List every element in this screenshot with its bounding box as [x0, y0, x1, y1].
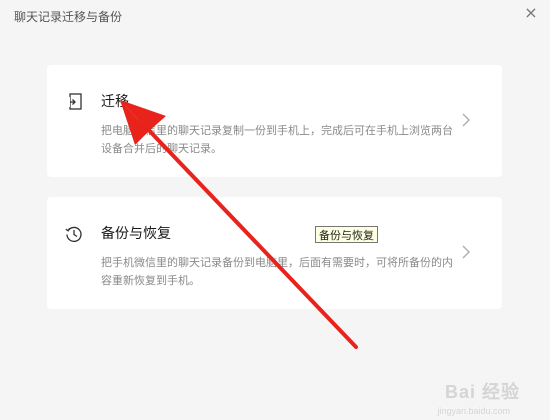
migrate-title: 迁移: [101, 94, 129, 110]
watermark: Bai 经验: [444, 382, 520, 402]
history-icon: [65, 226, 82, 243]
backup-description: 把手机微信里的聊天记录备份到电脑里，后面有需要时，可将所备份的内容重新恢复到手机…: [101, 256, 453, 287]
tooltip: 备份与恢复: [315, 226, 378, 243]
chevron-right-icon: [462, 245, 471, 259]
window-title: 聊天记录迁移与备份: [14, 10, 123, 24]
close-button[interactable]: ×: [522, 4, 540, 22]
migrate-description: 把电脑微信里的聊天记录复制一份到手机上，完成后可在手机上浏览两台设备合并后的聊天…: [101, 124, 453, 155]
backup-restore-card[interactable]: 备份与恢复 把手机微信里的聊天记录备份到电脑里，后面有需要时，可将所备份的内容重…: [47, 197, 502, 309]
migration-backup-window: 聊天记录迁移与备份 × 迁移 把电脑微信里的聊天记录复制一份到手机上，完成后可在…: [0, 0, 550, 420]
close-icon: ×: [524, 3, 538, 22]
chevron-right-icon: [462, 113, 471, 127]
migrate-icon: [66, 93, 82, 110]
migrate-card[interactable]: 迁移 把电脑微信里的聊天记录复制一份到手机上，完成后可在手机上浏览两台设备合并后…: [47, 65, 502, 177]
watermark-subtext: jingyan.baidu.com: [437, 406, 510, 416]
backup-title: 备份与恢复: [101, 226, 171, 242]
